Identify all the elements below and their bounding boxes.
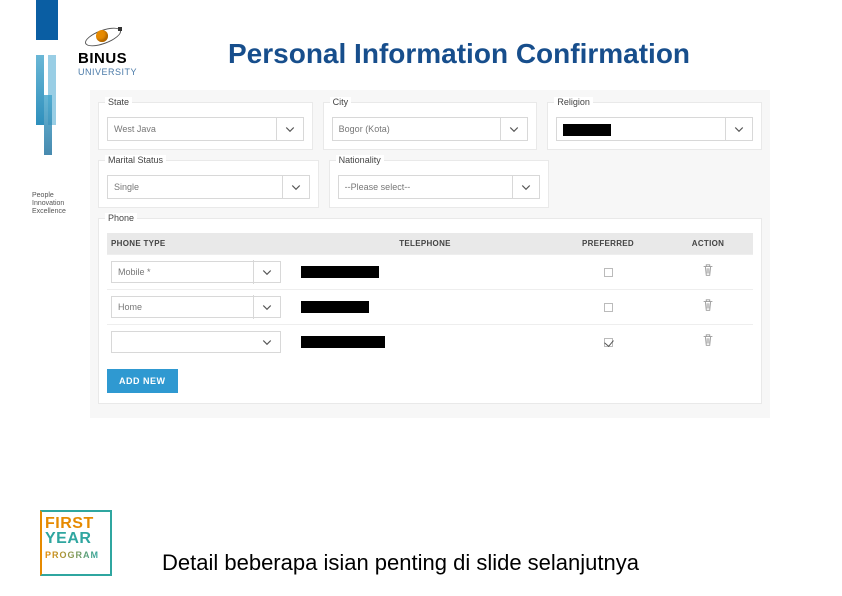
select-value: Mobile * xyxy=(112,260,254,284)
chevron-down-icon xyxy=(501,123,527,135)
binus-logo: BINUS UNIVERSITY xyxy=(78,24,178,77)
spacer xyxy=(559,160,762,208)
select-value: Single xyxy=(108,175,283,199)
preferred-checkbox[interactable] xyxy=(604,303,613,312)
label-state: State xyxy=(105,97,132,107)
select-phone-type[interactable] xyxy=(111,331,281,353)
field-nationality: Nationality --Please select-- xyxy=(329,160,550,208)
select-value: West Java xyxy=(108,117,277,141)
chevron-down-icon xyxy=(277,123,303,135)
side-caption: People Innovation Excellence xyxy=(32,192,78,216)
field-marital: Marital Status Single xyxy=(98,160,319,208)
preferred-checkbox[interactable] xyxy=(604,338,613,347)
form-panel: State West Java City Bogor (Kota) Religi… xyxy=(90,90,770,418)
first-year-program-logo: FIRST YEAR PROGRAM xyxy=(40,510,112,576)
add-new-button[interactable]: ADD NEW xyxy=(107,369,178,393)
footnote-text: Detail beberapa isian penting di slide s… xyxy=(162,550,639,576)
select-phone-type[interactable]: Mobile * xyxy=(111,261,281,283)
redacted-text xyxy=(301,301,369,313)
select-phone-type[interactable]: Home xyxy=(111,296,281,318)
redacted-text xyxy=(301,336,385,348)
phone-section: Phone PHONE TYPE TELEPHONE PREFERRED ACT… xyxy=(98,218,762,404)
field-city: City Bogor (Kota) xyxy=(323,102,538,150)
select-value: --Please select-- xyxy=(339,175,514,199)
select-value xyxy=(557,117,726,141)
label-city: City xyxy=(330,97,352,107)
select-marital[interactable]: Single xyxy=(107,175,310,199)
chevron-down-icon xyxy=(513,181,539,193)
th-telephone: TELEPHONE xyxy=(297,233,553,254)
trash-icon[interactable] xyxy=(701,263,715,277)
chevron-down-icon xyxy=(726,123,752,135)
select-city[interactable]: Bogor (Kota) xyxy=(332,117,529,141)
logo-subtitle: UNIVERSITY xyxy=(78,67,178,77)
table-row xyxy=(107,324,753,359)
field-state: State West Java xyxy=(98,102,313,150)
chevron-down-icon xyxy=(254,301,280,313)
redacted-text xyxy=(301,266,379,278)
trash-icon[interactable] xyxy=(701,298,715,312)
select-religion[interactable] xyxy=(556,117,753,141)
label-religion: Religion xyxy=(554,97,593,107)
select-state[interactable]: West Java xyxy=(107,117,304,141)
label-marital: Marital Status xyxy=(105,155,166,165)
chevron-down-icon xyxy=(254,336,280,348)
table-row: Home xyxy=(107,289,753,324)
label-phone: Phone xyxy=(105,213,137,223)
th-action: ACTION xyxy=(663,233,753,254)
page-title: Personal Information Confirmation xyxy=(228,38,690,70)
table-row: Mobile * xyxy=(107,254,753,289)
logo-name: BINUS xyxy=(78,50,178,67)
redacted-text xyxy=(563,124,611,136)
select-nationality[interactable]: --Please select-- xyxy=(338,175,541,199)
th-preferred: PREFERRED xyxy=(553,233,663,254)
select-value: Bogor (Kota) xyxy=(333,117,502,141)
satellite-icon xyxy=(84,24,126,50)
field-religion: Religion xyxy=(547,102,762,150)
label-nationality: Nationality xyxy=(336,155,384,165)
th-phone-type: PHONE TYPE xyxy=(107,233,297,254)
preferred-checkbox[interactable] xyxy=(604,268,613,277)
chevron-down-icon xyxy=(283,181,309,193)
select-value: Home xyxy=(112,295,254,319)
trash-icon[interactable] xyxy=(701,333,715,347)
phone-table-header: PHONE TYPE TELEPHONE PREFERRED ACTION xyxy=(107,233,753,254)
chevron-down-icon xyxy=(254,266,280,278)
